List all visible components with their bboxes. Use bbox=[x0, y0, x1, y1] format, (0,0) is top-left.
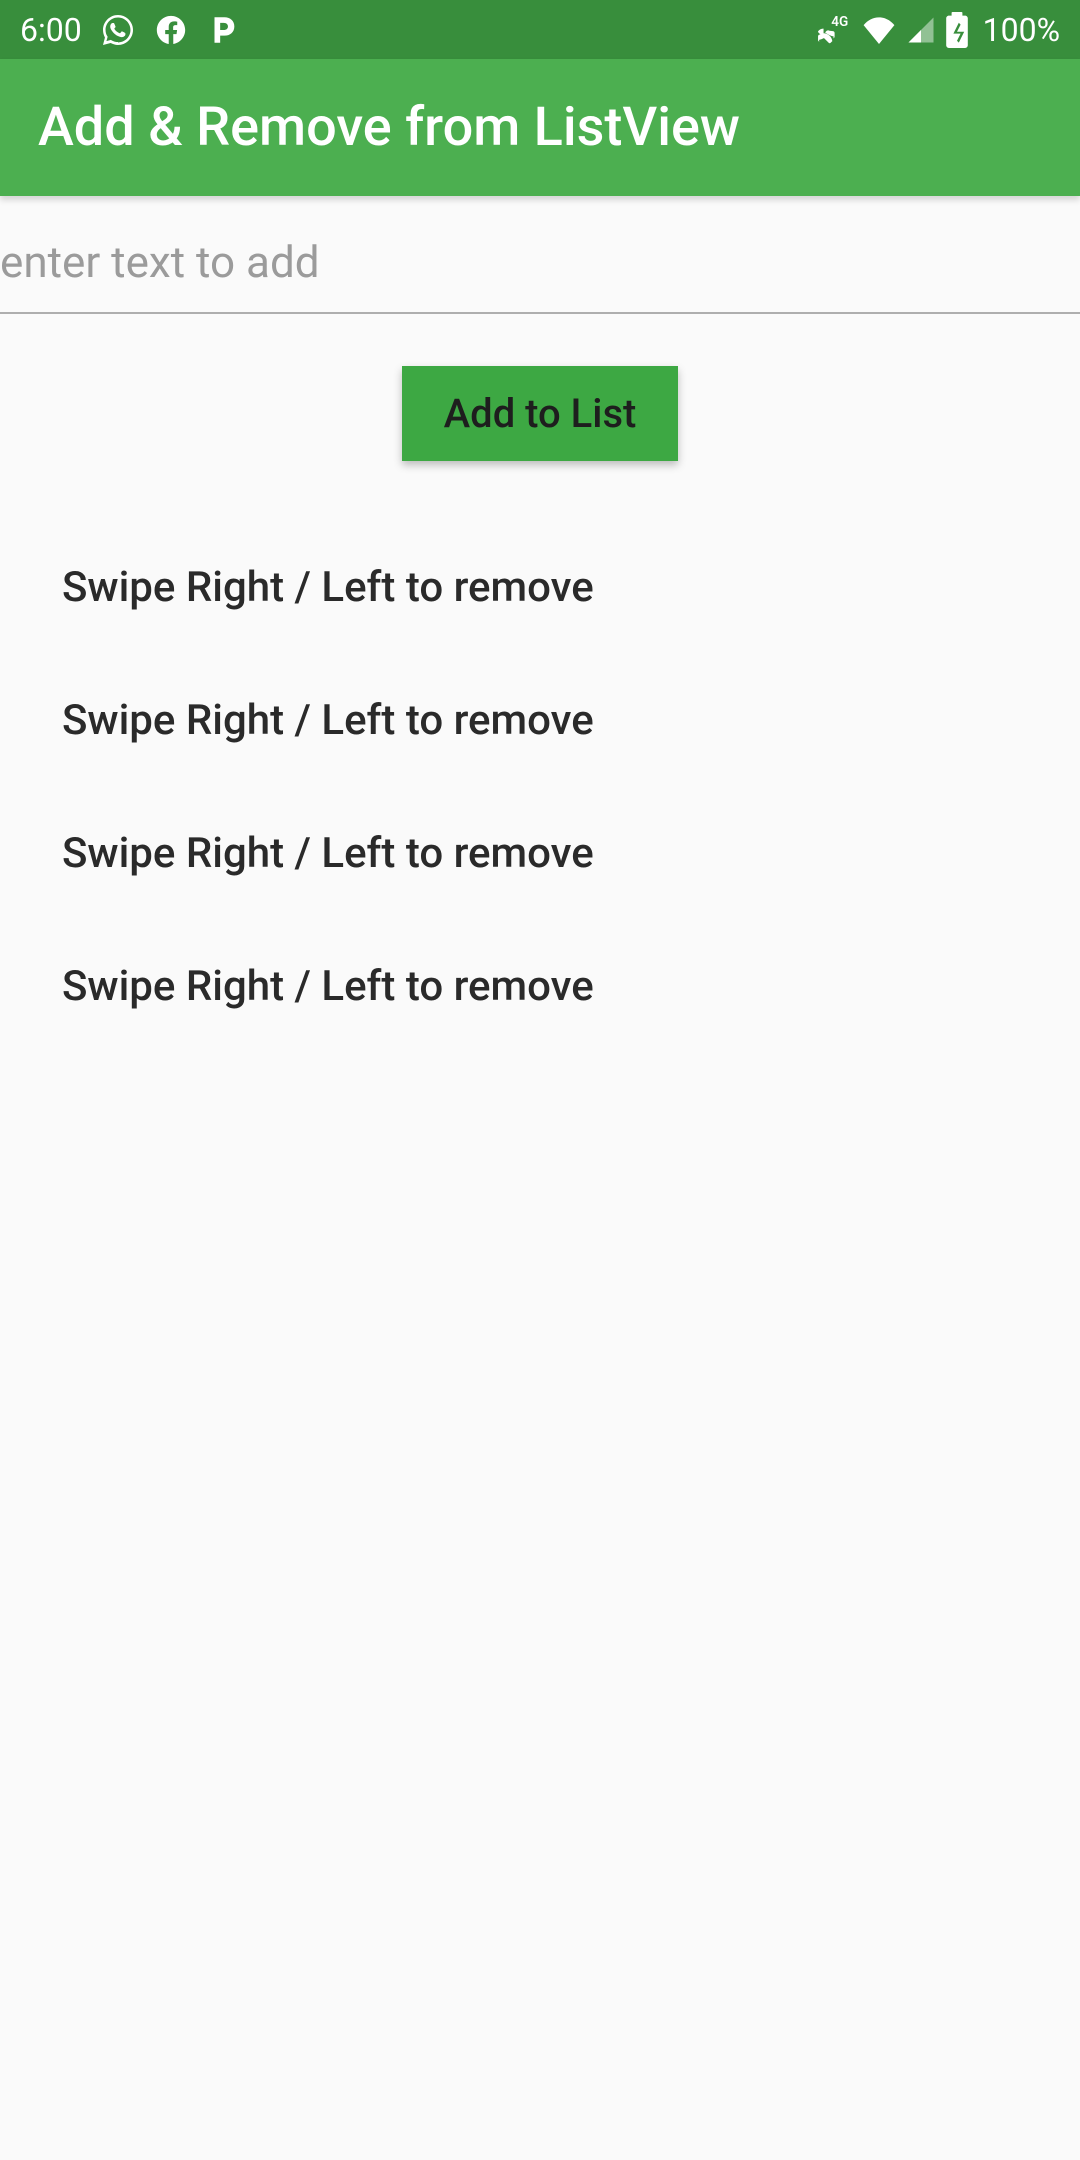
app-title: Add & Remove from ListView bbox=[38, 96, 740, 159]
pandora-icon bbox=[206, 13, 240, 47]
list-item[interactable]: Swipe Right / Left to remove bbox=[0, 521, 1080, 654]
signal-icon bbox=[905, 15, 937, 45]
list-view[interactable]: Swipe Right / Left to remove Swipe Right… bbox=[0, 491, 1080, 1053]
status-left-group: 6:00 bbox=[20, 11, 240, 49]
status-time: 6:00 bbox=[20, 11, 82, 49]
input-container bbox=[0, 196, 1080, 314]
list-item[interactable]: Swipe Right / Left to remove bbox=[0, 787, 1080, 920]
main-content: Add to List Swipe Right / Left to remove… bbox=[0, 196, 1080, 1053]
battery-percentage: 100% bbox=[983, 11, 1060, 49]
phone-4g-icon: 4G bbox=[815, 13, 853, 47]
app-bar: Add & Remove from ListView bbox=[0, 59, 1080, 196]
battery-charging-icon bbox=[945, 12, 969, 48]
status-right-group: 4G 100% bbox=[815, 11, 1060, 49]
wifi-icon bbox=[861, 16, 897, 44]
add-text-input[interactable] bbox=[0, 216, 1080, 314]
list-item[interactable]: Swipe Right / Left to remove bbox=[0, 920, 1080, 1053]
list-item[interactable]: Swipe Right / Left to remove bbox=[0, 654, 1080, 787]
status-bar: 6:00 4G 100% bbox=[0, 0, 1080, 59]
add-to-list-button[interactable]: Add to List bbox=[402, 366, 679, 461]
button-container: Add to List bbox=[0, 314, 1080, 491]
facebook-icon bbox=[154, 13, 188, 47]
whatsapp-icon bbox=[100, 12, 136, 48]
svg-text:4G: 4G bbox=[831, 13, 848, 29]
